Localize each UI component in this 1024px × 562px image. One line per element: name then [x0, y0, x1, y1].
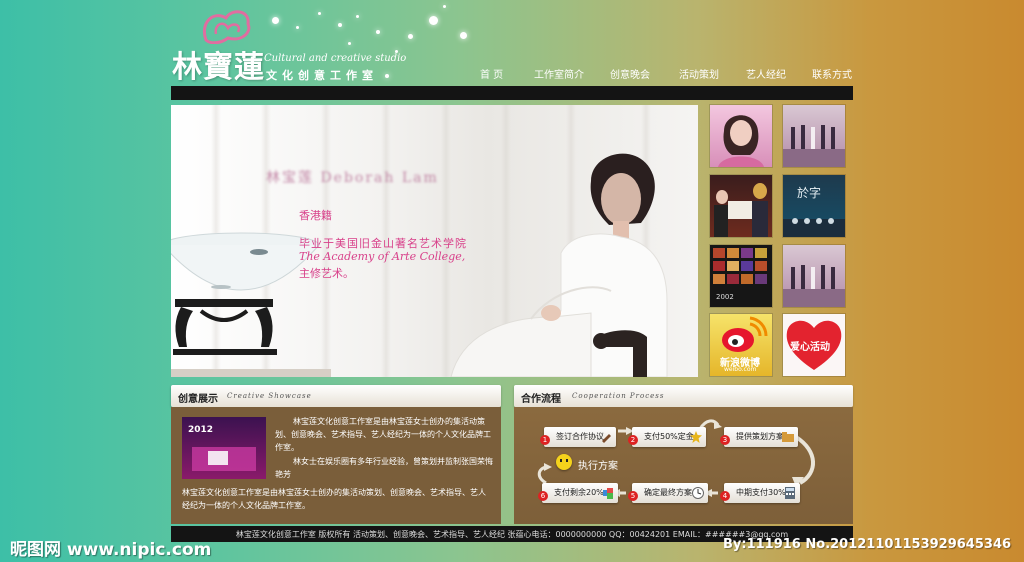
- weibo-icon: [722, 316, 768, 352]
- thumbnail-stage-performance-2[interactable]: [783, 245, 845, 307]
- showcase-subtitle: Creative Showcase: [227, 392, 312, 400]
- smiley-icon: [556, 454, 572, 470]
- logo-subtitle-en: Cultural and creative studio: [264, 53, 407, 64]
- showcase-header: 创意展示 Creative Showcase: [171, 385, 501, 407]
- stage-show-photo-icon: 於字: [783, 185, 845, 237]
- step-label: 提供策划方案: [736, 432, 784, 441]
- showcase-panel: 2012 林宝莲文化创意工作室是由林宝莲女士创办的集活动策划、创意晚会、艺术指导…: [171, 407, 501, 524]
- step-number: 2: [628, 435, 638, 445]
- showcase-para2: 林女士在娱乐圈有多年行业经验，曾策划并监制张国荣悔艳芳: [275, 457, 493, 479]
- nav-item-contact[interactable]: 联系方式: [812, 66, 852, 82]
- step-label: 中期支付30%: [736, 488, 786, 497]
- nav-item-artists[interactable]: 艺人经纪: [746, 66, 812, 82]
- hero-name: 林宝莲 Deborah Lam: [266, 170, 439, 186]
- step-number: 6: [538, 491, 548, 501]
- nav-item-events[interactable]: 活动策划: [679, 66, 746, 82]
- nav-item-about[interactable]: 工作室简介: [534, 66, 610, 82]
- showcase-title: 创意展示: [178, 394, 218, 405]
- process-header: 合作流程 Cooperation Process: [514, 385, 853, 407]
- process-subtitle: Cooperation Process: [572, 392, 665, 400]
- step-label: 支付剩余20%: [554, 488, 604, 497]
- logo-title: 林寶蓮: [172, 50, 265, 85]
- execute-plan-label: 执行方案: [578, 461, 618, 472]
- thumbnail-stage-performance[interactable]: [783, 105, 845, 167]
- collage-caption: 2002: [716, 293, 734, 301]
- hero-education-cn: 毕业于美国旧金山著名艺术学院: [299, 237, 467, 250]
- showcase-para3: 林宝莲文化创意工作室是由林宝莲女士创办的集活动策划、创意晚会、艺术指导、艺人经纪…: [182, 488, 486, 510]
- star-icon: [690, 431, 702, 443]
- step-number: 4: [720, 491, 730, 501]
- process-step-4[interactable]: 4 中期支付30%: [720, 483, 800, 503]
- nav-item-home[interactable]: 首 页: [480, 66, 534, 82]
- hero-education-en: The Academy of Arte College,: [299, 250, 466, 263]
- thumbnail-portrait[interactable]: [710, 105, 772, 167]
- showcase-para1: 林宝莲文化创意工作室是由林宝莲女士创办的集活动策划、创意晚会、艺术指导、艺人经纪…: [275, 417, 491, 452]
- logo-subtitle-cn: 文化创意工作室: [266, 69, 378, 82]
- portrait-photo-icon: [718, 115, 764, 167]
- calculator-icon: [785, 487, 795, 499]
- process-title: 合作流程: [521, 394, 561, 405]
- thumbnail-photo-collage[interactable]: 2002: [710, 245, 772, 307]
- step-number: 1: [540, 435, 550, 445]
- cube-icon: [603, 488, 613, 499]
- stage-performance-photo-icon: [783, 125, 845, 167]
- step-label: 支付50%定金: [644, 432, 694, 441]
- portrait-photo: [450, 153, 668, 377]
- thumbnail-stage-show[interactable]: 於字: [783, 175, 845, 237]
- process-step-6[interactable]: 6 支付剩余20%: [538, 483, 618, 503]
- weibo-url: weibo.com: [724, 366, 757, 373]
- stage-performance-photo-icon: [783, 265, 845, 307]
- weibo-link[interactable]: 新浪微博 weibo.com: [710, 314, 772, 376]
- nav-item-gala[interactable]: 创意晚会: [610, 66, 679, 82]
- thumbnail-award-ceremony[interactable]: [710, 175, 772, 237]
- process-step-3[interactable]: 3 提供策划方案: [720, 427, 798, 447]
- clock-icon: [692, 487, 704, 499]
- nav-bar: [171, 86, 853, 100]
- lotus-logo-icon: [203, 10, 251, 44]
- svg-text:於字: 於字: [797, 185, 821, 200]
- step-label: 确定最终方案: [644, 488, 692, 497]
- charity-label: 爱心活动: [790, 342, 830, 353]
- process-step-1[interactable]: 1 签订合作协议: [540, 427, 616, 447]
- hero-origin: 香港籍: [299, 209, 332, 222]
- watermark-nipic: 昵图网 www.nipic.com: [10, 540, 212, 560]
- folder-icon: [782, 432, 794, 442]
- showcase-image[interactable]: 2012: [182, 417, 266, 479]
- award-ceremony-photo-icon: [714, 183, 768, 237]
- hero-banner: 林宝莲 Deborah Lam 香港籍 毕业于美国旧金山著名艺术学院 The A…: [171, 105, 698, 377]
- charity-link[interactable]: 爱心活动: [783, 314, 845, 376]
- process-panel: 1 签订合作协议 2 支付50%定金 3 提供策划方案 执行方案 6 支付剩余2…: [514, 407, 853, 524]
- process-step-2[interactable]: 2 支付50%定金: [628, 427, 706, 447]
- main-nav: 首 页 工作室简介 创意晚会 活动策划 艺人经纪 联系方式: [468, 66, 852, 82]
- step-number: 3: [720, 435, 730, 445]
- process-step-5[interactable]: 5 确定最终方案: [628, 483, 708, 503]
- hero-major: 主修艺术。: [299, 267, 354, 280]
- site-logo[interactable]: 林寶蓮 Cultural and creative studio 文化创意工作室: [172, 4, 472, 85]
- watermark-image-id: By:111916 No.20121101153929645346: [723, 537, 1012, 552]
- showcase-image-caption: 2012: [188, 425, 214, 435]
- pen-icon: [602, 434, 611, 443]
- step-number: 5: [628, 491, 638, 501]
- step-label: 签订合作协议: [556, 432, 604, 441]
